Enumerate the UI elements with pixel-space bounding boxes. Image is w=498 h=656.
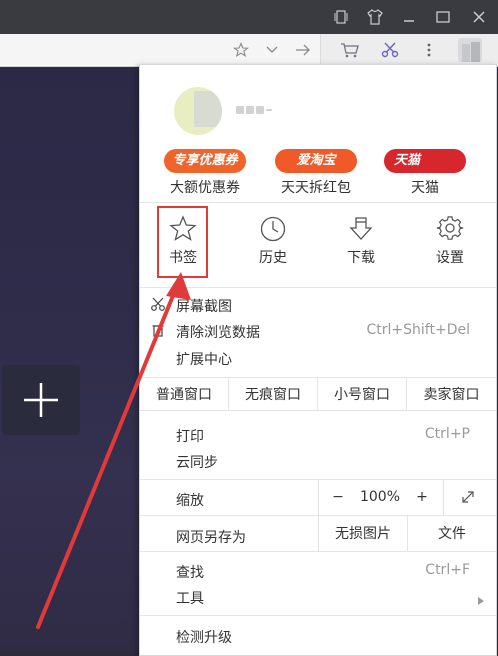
- find-item[interactable]: 查找: [176, 562, 204, 582]
- zoom-label: 缩放: [176, 493, 204, 509]
- star-icon[interactable]: [228, 34, 254, 66]
- zoom-in-button[interactable]: +: [410, 479, 434, 515]
- save-page-label: 网页另存为: [176, 530, 246, 546]
- clock-icon: [260, 216, 286, 242]
- divider: [140, 615, 496, 616]
- window-icon[interactable]: [326, 0, 356, 34]
- chevron-down-icon[interactable]: [260, 34, 284, 66]
- promo-aitaobao-label: 天天拆红包: [281, 180, 351, 196]
- divider: [443, 479, 444, 515]
- history-label: 历史: [259, 250, 287, 266]
- check-update-item[interactable]: 检测升级: [176, 627, 232, 647]
- extensions-item[interactable]: 扩展中心: [176, 349, 232, 369]
- promo-tmall-badge: 天猫: [384, 149, 466, 173]
- promo-coupon-badge: 专享优惠券: [164, 149, 246, 173]
- divider: [140, 551, 496, 552]
- clear-data-item[interactable]: 清除浏览数据: [176, 322, 260, 342]
- settings-button[interactable]: 设置: [420, 213, 480, 267]
- incognito-window-button[interactable]: 无痕窗口: [229, 377, 318, 411]
- promo-coupon-label: 大额优惠券: [170, 180, 240, 196]
- seller-window-button[interactable]: 卖家窗口: [407, 377, 496, 411]
- promo-tmall-label: 天猫: [411, 180, 439, 196]
- clear-data-shortcut: Ctrl+Shift+Del: [366, 322, 470, 338]
- fullscreen-button[interactable]: [450, 479, 486, 515]
- downloads-label: 下载: [347, 250, 375, 266]
- print-item[interactable]: 打印: [176, 426, 204, 446]
- promo-coupon[interactable]: 专享优惠券 大额优惠券: [164, 149, 246, 197]
- minimize-icon[interactable]: [394, 0, 424, 34]
- gear-icon: [436, 216, 464, 240]
- highlight-box: [157, 206, 208, 278]
- avatar[interactable]: [452, 34, 488, 66]
- title-bar: [0, 0, 498, 34]
- divider: [140, 287, 496, 288]
- print-shortcut: Ctrl+P: [424, 426, 470, 442]
- downloads-button[interactable]: 下载: [331, 213, 391, 267]
- close-icon[interactable]: [462, 0, 496, 34]
- find-shortcut: Ctrl+F: [425, 562, 470, 578]
- cart-icon[interactable]: [336, 34, 364, 66]
- screenshot-item[interactable]: 屏幕截图: [176, 296, 232, 316]
- promo-aitaobao-badge: 爱淘宝: [275, 149, 357, 173]
- tools-item[interactable]: 工具: [176, 588, 204, 608]
- arrow-right-icon[interactable]: [290, 34, 316, 66]
- trash-icon: [152, 323, 164, 341]
- settings-label: 设置: [436, 250, 464, 266]
- browser-toolbar: [0, 34, 498, 67]
- cloud-sync-item[interactable]: 云同步: [176, 452, 218, 472]
- profile-name[interactable]: [236, 105, 286, 115]
- alt-account-window-button[interactable]: 小号窗口: [318, 377, 407, 411]
- divider: [140, 202, 496, 203]
- download-icon: [349, 217, 373, 240]
- promo-aitaobao[interactable]: 爱淘宝 天天拆红包: [275, 149, 357, 197]
- zoom-out-button[interactable]: −: [326, 479, 350, 515]
- chevron-right-icon: [478, 593, 484, 609]
- expand-icon: [462, 491, 474, 503]
- maximize-icon[interactable]: [428, 0, 458, 34]
- scissors-icon[interactable]: [376, 34, 404, 66]
- plus-icon: [24, 383, 58, 417]
- save-lossless-image-button[interactable]: 无损图片: [319, 515, 407, 551]
- history-button[interactable]: 历史: [243, 213, 303, 267]
- profile-avatar[interactable]: [174, 87, 222, 135]
- add-site-tile[interactable]: [2, 365, 80, 435]
- save-file-button[interactable]: 文件: [408, 515, 496, 551]
- scissors-icon: [150, 296, 166, 316]
- normal-window-button[interactable]: 普通窗口: [140, 377, 229, 411]
- shirt-icon[interactable]: [360, 0, 390, 34]
- more-vertical-icon[interactable]: [418, 34, 440, 66]
- zoom-level: 100%: [359, 489, 401, 505]
- main-menu: 专享优惠券 大额优惠券 爱淘宝 天天拆红包 天猫 天猫 书签 历史 下载 设置 …: [139, 64, 497, 656]
- divider: [318, 479, 319, 515]
- promo-tmall[interactable]: 天猫 天猫: [384, 149, 466, 197]
